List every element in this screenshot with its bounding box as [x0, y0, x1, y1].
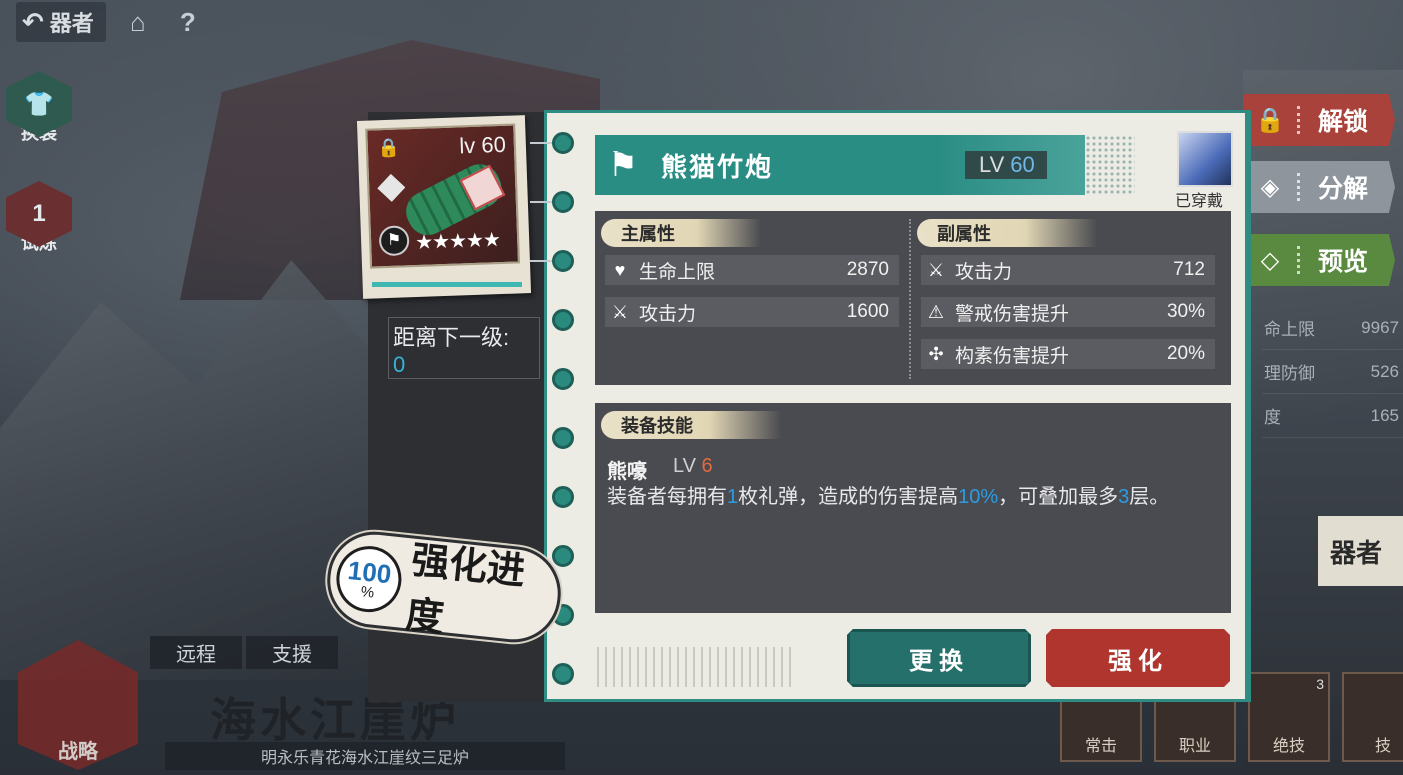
main-attr-row: ♥ 生命上限 2870	[605, 255, 899, 285]
heart-icon: ♥	[614, 259, 626, 280]
ring	[552, 309, 574, 331]
decompose-icon: ◈	[1260, 173, 1280, 201]
progress-percent: 100	[346, 554, 393, 589]
tag-support: 支援	[246, 636, 338, 669]
ring	[552, 250, 574, 272]
skill-header: 装备技能	[601, 411, 781, 439]
avatar[interactable]	[1177, 131, 1233, 187]
shirt-icon: 👕	[6, 71, 72, 137]
preview-button[interactable]: ◇ 预览	[1243, 234, 1395, 286]
ghost-stat-row: 理防御 526	[1262, 350, 1403, 394]
heart-count: 1	[32, 200, 46, 227]
flag-icon: ⚑	[378, 225, 410, 257]
ghost-stat-row: 命上限 9967	[1262, 306, 1403, 350]
ring	[552, 132, 574, 154]
ghost-stat-row: 度 165	[1262, 394, 1403, 438]
decompose-label: 分解	[1318, 175, 1369, 203]
skill-description: 装备者每拥有1枚礼弹，造成的伤害提高10%，可叠加最多3层。	[607, 486, 1170, 508]
decompose-button[interactable]: ◈ 分解	[1243, 161, 1395, 213]
layers-icon: ◇	[1260, 246, 1280, 274]
progress-percent-sign: %	[359, 582, 376, 602]
next-level-value: 0	[393, 352, 406, 377]
outfit-button[interactable]: 👕 换装	[4, 66, 74, 150]
character-subtitle: 明永乐青花海水江崖纹三足炉	[165, 742, 565, 770]
top-bar: ↶ 器者 ⌂ ?	[0, 0, 206, 44]
sub-attr-header: 副属性	[917, 219, 1097, 247]
equipped-label: 已穿戴	[1175, 193, 1224, 210]
progress-label: 强化进度	[403, 536, 528, 641]
alert-icon: ⚠	[927, 301, 945, 322]
attributes-box: 主属性 副属性 ♥ 生命上限 2870 ⚔ 攻击力 1600 ⚔ 攻击力 712…	[595, 211, 1231, 385]
skill-level-value: 6	[701, 455, 713, 477]
main-attr-row: ⚔ 攻击力 1600	[605, 297, 899, 327]
background-stats: 命上限 9967 理防御 526 度 165	[1262, 306, 1403, 438]
equipment-name: 熊猫竹炮	[661, 152, 774, 183]
swords-icon: ⚔	[611, 301, 629, 322]
preview-label: 预览	[1318, 248, 1369, 276]
flag-icon: ⚑	[607, 146, 639, 184]
back-button[interactable]: ↶ 器者	[16, 2, 106, 42]
skill-icon-ultimate[interactable]: 绝技 3	[1248, 672, 1330, 762]
element-icon: ✣	[928, 343, 944, 364]
attr-divider	[909, 219, 911, 379]
decorative-stamps	[597, 647, 797, 687]
equipment-card[interactable]: 🔒 lv 60 ⚑ ★★★★★	[356, 115, 532, 299]
sub-attr-row: ✣ 构素伤害提升 20%	[921, 339, 1215, 369]
background-name-plate: 器者	[1318, 516, 1403, 586]
skill-name: 熊嚎	[607, 461, 647, 483]
lv-prefix: LV	[979, 152, 1005, 177]
back-arrow-icon: ↶	[22, 6, 44, 37]
sub-attr-row: ⚔ 攻击力 712	[921, 255, 1215, 285]
heart-icon: 1	[6, 181, 72, 247]
change-button[interactable]: 更换	[847, 629, 1031, 687]
sub-attr-row: ⚠ 警戒伤害提升 30%	[921, 297, 1215, 327]
exp-bar	[372, 282, 522, 287]
equipment-detail-panel: ⚑ 熊猫竹炮 LV 60 已穿戴 主属性 副属性 ♥ 生命上限 2870 ⚔ 攻…	[544, 110, 1251, 702]
ring	[552, 486, 574, 508]
lock-icon[interactable]: 🔒	[376, 137, 403, 164]
trial-button[interactable]: 1 试炼	[4, 176, 74, 260]
skill-icon-ultimate-label: 绝技	[1272, 738, 1305, 755]
enhance-button[interactable]: 强化	[1046, 629, 1230, 687]
main-attr-header: 主属性	[601, 219, 761, 247]
ring	[552, 368, 574, 390]
lock-icon: 🔒	[1255, 106, 1285, 134]
next-level-label: 距离下一级:	[393, 325, 510, 350]
skill-box: 装备技能 熊嚎 LV 6 装备者每拥有1枚礼弹，造成的伤害提高10%，可叠加最多…	[595, 403, 1231, 613]
skill-icon-passive[interactable]: 技	[1342, 672, 1403, 762]
tag-ranged: 远程	[150, 636, 242, 669]
ring	[552, 663, 574, 685]
ring	[552, 427, 574, 449]
equipment-level: lv 60	[458, 131, 507, 159]
help-icon[interactable]: ?	[170, 4, 206, 40]
unlock-button[interactable]: 🔒 解锁	[1243, 94, 1395, 146]
unlock-label: 解锁	[1318, 108, 1369, 136]
skill-count-badge: 3	[1316, 676, 1324, 692]
skill-level: LV 6	[673, 455, 713, 477]
role-tags: 远程 支援	[150, 636, 338, 669]
progress-circle: 100 %	[333, 542, 405, 616]
next-level-box: 距离下一级: 0	[388, 317, 540, 379]
equipment-title-bar: ⚑ 熊猫竹炮 LV 60	[595, 135, 1135, 195]
equipment-type-icon	[377, 173, 406, 202]
strategy-label: 战略	[58, 741, 98, 763]
back-label: 器者	[49, 11, 94, 36]
lv-value: 60	[1010, 152, 1035, 177]
star-rating: ★★★★★	[414, 229, 501, 255]
equipment-art: 🔒 lv 60 ⚑ ★★★★★	[365, 123, 521, 269]
home-icon[interactable]: ⌂	[120, 4, 156, 40]
swords-icon: ⚔	[927, 259, 945, 280]
ring	[552, 191, 574, 213]
equipment-level-badge: LV 60	[965, 151, 1047, 179]
